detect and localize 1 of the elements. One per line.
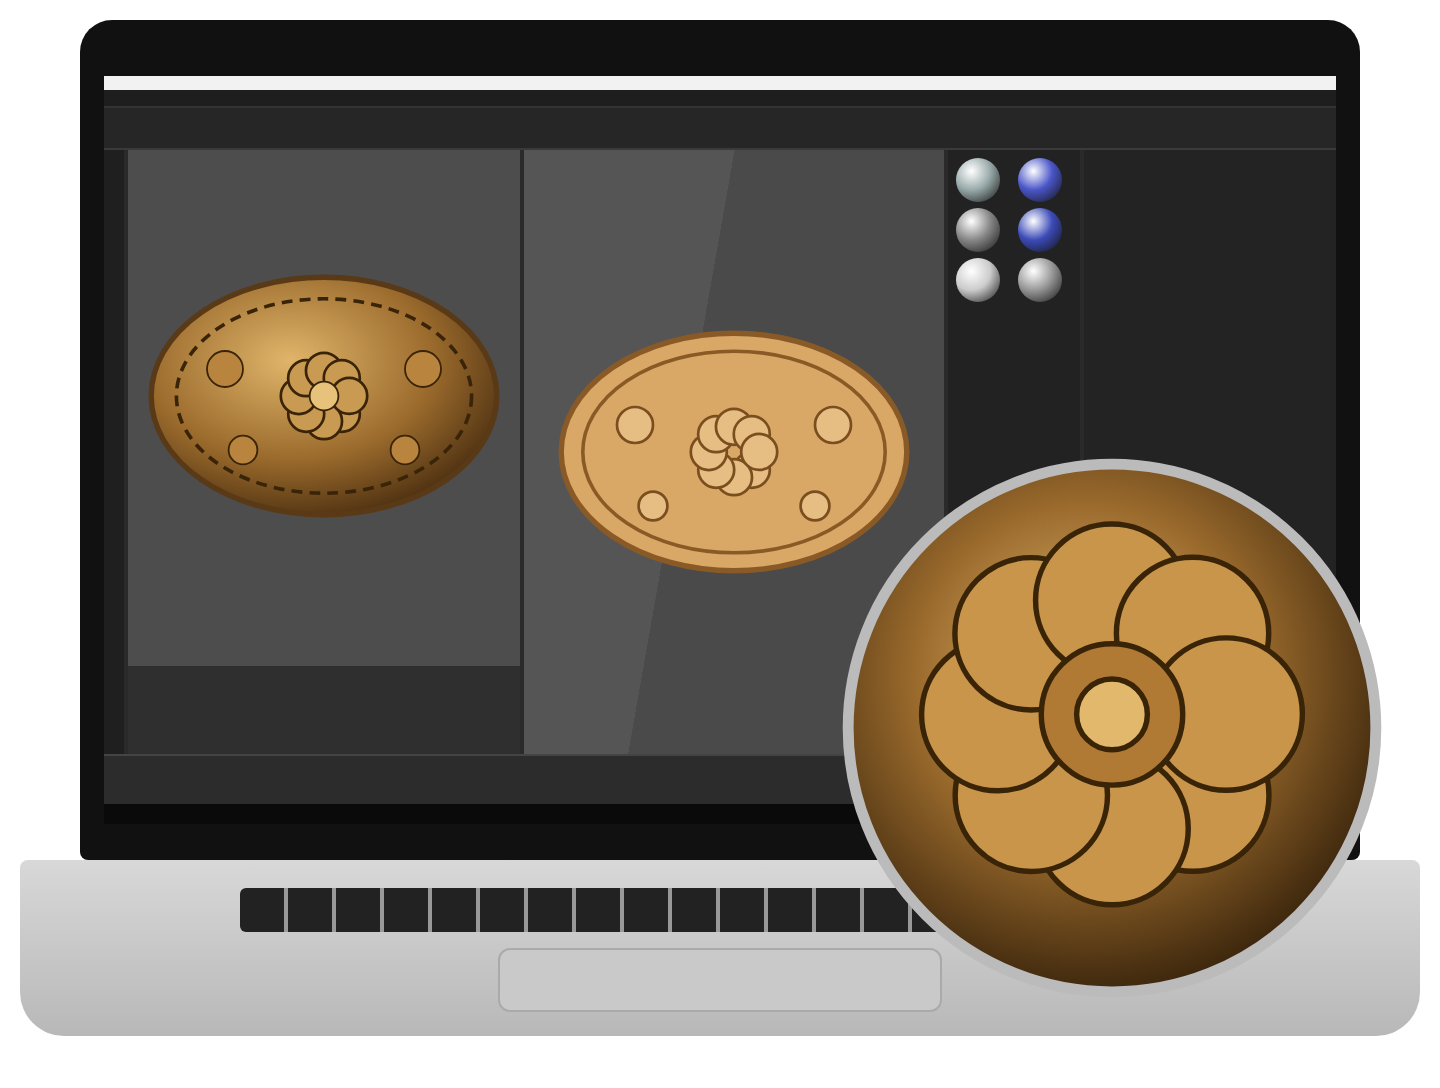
- render-viewport[interactable]: [128, 150, 520, 754]
